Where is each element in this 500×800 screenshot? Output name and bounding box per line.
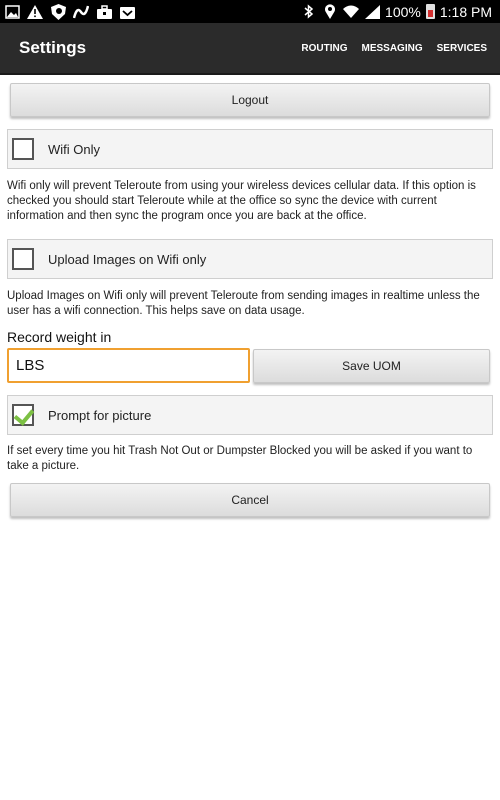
prompt-picture-row[interactable]: Prompt for picture <box>7 395 493 435</box>
menu-services[interactable]: SERVICES <box>430 23 494 73</box>
prompt-picture-label: Prompt for picture <box>48 407 152 423</box>
wifi-only-row[interactable]: Wifi Only <box>7 129 493 169</box>
battery-icon <box>425 4 435 19</box>
shield-icon <box>50 3 66 20</box>
notification-icons <box>0 3 135 20</box>
prompt-picture-help: If set every time you hit Trash Not Out … <box>7 445 473 472</box>
page-title: Settings <box>19 38 87 57</box>
system-status: 100% 1:18 PM <box>301 4 500 20</box>
route-icon <box>73 4 89 20</box>
action-bar: Settings ROUTING MESSAGING SERVICES <box>0 23 500 75</box>
image-icon <box>4 4 20 20</box>
menu-routing[interactable]: ROUTING <box>294 23 354 73</box>
menu-messaging[interactable]: MESSAGING <box>354 23 429 73</box>
record-weight-label: Record weight in <box>7 329 112 345</box>
wifi-only-label: Wifi Only <box>48 141 100 157</box>
upload-images-row[interactable]: Upload Images on Wifi only <box>7 239 493 279</box>
wifi-icon <box>343 4 360 20</box>
weight-unit-input[interactable] <box>7 348 250 383</box>
battery-percent: 100% <box>385 3 421 20</box>
clock: 1:18 PM <box>439 3 492 20</box>
cancel-button[interactable]: Cancel <box>10 483 490 517</box>
logout-button[interactable]: Logout <box>10 83 490 117</box>
warning-icon <box>27 4 43 20</box>
upload-images-label: Upload Images on Wifi only <box>48 251 207 267</box>
upload-images-help: Upload Images on Wifi only will prevent … <box>7 290 480 317</box>
inbox-icon <box>119 4 135 20</box>
wifi-only-checkbox[interactable] <box>12 138 34 160</box>
signal-icon <box>364 4 380 20</box>
briefcase-icon <box>96 4 112 20</box>
status-bar: 100% 1:18 PM <box>0 0 500 23</box>
action-menu: ROUTING MESSAGING SERVICES <box>294 23 500 73</box>
bluetooth-icon <box>301 4 317 20</box>
save-uom-button[interactable]: Save UOM <box>253 349 490 383</box>
prompt-picture-checkbox[interactable] <box>12 404 35 426</box>
checkmark-icon <box>13 404 35 426</box>
upload-images-checkbox[interactable] <box>12 248 34 270</box>
location-icon <box>322 4 338 20</box>
wifi-only-help: Wifi only will prevent Teleroute from us… <box>7 180 476 222</box>
